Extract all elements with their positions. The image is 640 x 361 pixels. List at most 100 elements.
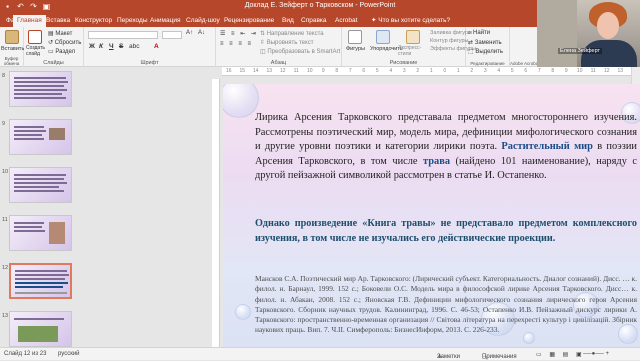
group-label-adobe: Adobe Acrobat bbox=[510, 61, 540, 66]
tab-home[interactable]: Главная bbox=[13, 15, 46, 27]
ruler-tick: 0 bbox=[443, 68, 447, 74]
ruler-tick: 11 bbox=[293, 68, 299, 74]
group-label-drawing: Рисование bbox=[389, 60, 418, 66]
group-adobe: Adobe Acrobat bbox=[510, 27, 540, 67]
list-buttons[interactable]: ☰ ≡ ⇤ ⇥ bbox=[220, 30, 258, 37]
ruler-tick: 10 bbox=[306, 68, 313, 74]
slide-number: 13 bbox=[2, 313, 9, 319]
thumbnail-row[interactable]: 10 bbox=[0, 167, 80, 207]
select-button[interactable]: ⬚ Выделить bbox=[468, 48, 503, 55]
ruler-tick: 1 bbox=[456, 68, 460, 74]
group-drawing: Фигуры Упорядочить Экспресс-стили Заливк… bbox=[342, 27, 476, 67]
bubble-decoration bbox=[223, 84, 259, 118]
thumbnail-row[interactable]: 8 bbox=[0, 71, 80, 111]
new-slide-icon[interactable] bbox=[28, 30, 42, 44]
horizontal-ruler: 16 15 14 13 12 11 10 9 8 7 6 5 4 3 2 1 0 1 2 3 4 5 6 7 8 9 10 11 12 1… bbox=[222, 67, 640, 76]
layout-button[interactable]: ▤ Макет bbox=[48, 30, 72, 37]
language-indicator[interactable]: русский bbox=[58, 351, 80, 357]
ruler-tick: 3 bbox=[483, 68, 487, 74]
slide-number: 9 bbox=[2, 121, 6, 127]
zoom-slider[interactable]: − ──●── + bbox=[578, 351, 609, 357]
quick-styles-icon[interactable] bbox=[406, 30, 420, 44]
thumbnail-row[interactable]: 12 bbox=[0, 263, 80, 303]
strikethrough-button[interactable]: S bbox=[119, 43, 123, 50]
slide-thumbnail[interactable] bbox=[9, 119, 72, 155]
tab-animations[interactable]: Анимация bbox=[146, 15, 185, 27]
slide-thumbnail[interactable] bbox=[9, 167, 72, 203]
ruler-tick: 5 bbox=[510, 68, 514, 74]
quick-styles-button[interactable]: Экспресс-стили bbox=[398, 45, 426, 57]
ruler-tick: 3 bbox=[402, 68, 406, 74]
smartart-button[interactable]: ◫ Преобразовать в SmartArt bbox=[260, 48, 340, 55]
font-name-combo[interactable] bbox=[88, 31, 158, 39]
bold-button[interactable]: Ж bbox=[89, 43, 95, 50]
webcam-face bbox=[597, 12, 619, 39]
align-text-button[interactable]: ⇳ Выровнять текст bbox=[260, 39, 313, 46]
slide-references[interactable]: Мансков С.А. Поэтический мир Ар. Тарковс… bbox=[255, 274, 637, 336]
group-label-font: Шрифт bbox=[140, 60, 159, 66]
align-buttons[interactable]: ≡ ≡ ≡ ≡ bbox=[220, 41, 253, 47]
ruler-tick: 6 bbox=[524, 68, 528, 74]
reset-button[interactable]: ↺ Сбросить bbox=[48, 39, 81, 46]
paste-icon[interactable] bbox=[5, 30, 19, 44]
find-button[interactable]: ⌕ Найти bbox=[468, 30, 490, 37]
shapes-icon[interactable] bbox=[348, 30, 362, 44]
tab-review[interactable]: Рецензирование bbox=[220, 15, 278, 27]
section-button[interactable]: ▭ Раздел bbox=[48, 48, 75, 55]
ruler-tick: 12 bbox=[279, 68, 286, 74]
slide-thumbnail[interactable] bbox=[9, 215, 72, 251]
webcam-background bbox=[537, 0, 577, 67]
outline-button[interactable]: Контур фигуры bbox=[430, 38, 468, 44]
group-label-slides: Слайды bbox=[43, 60, 64, 66]
ruler-tick: 2 bbox=[470, 68, 474, 74]
arrange-icon[interactable] bbox=[376, 30, 390, 44]
slide-thumbnail[interactable] bbox=[9, 71, 72, 107]
slide-number: 8 bbox=[2, 73, 6, 79]
underline-button[interactable]: Ч bbox=[109, 43, 114, 50]
thumbnail-row[interactable]: 11 bbox=[0, 215, 80, 255]
group-label-editing: Редактирование bbox=[470, 61, 505, 66]
slide-canvas[interactable]: Лирика Арсения Тарковского представала п… bbox=[223, 84, 640, 347]
group-font: A↑ A↓ Ж К Ч S abc A Шрифт bbox=[84, 27, 216, 67]
group-editing: ⌕ Найти ⇄ Заменить ⬚ Выделить Редактиров… bbox=[466, 27, 510, 67]
font-size-combo[interactable] bbox=[162, 31, 182, 39]
thumbnail-row[interactable]: 9 bbox=[0, 119, 80, 159]
tab-design[interactable]: Конструктор bbox=[71, 15, 116, 27]
tab-help[interactable]: Справка bbox=[297, 15, 331, 27]
ruler-tick: 13 bbox=[617, 68, 624, 74]
grow-font-icon[interactable]: A↑ bbox=[186, 30, 193, 36]
ruler-tick: 4 bbox=[389, 68, 393, 74]
ruler-tick: 14 bbox=[252, 68, 259, 74]
thumbnail-photo bbox=[49, 222, 65, 244]
ruler-tick: 1 bbox=[429, 68, 433, 74]
align-text-icon: ⇳ bbox=[260, 40, 267, 46]
tab-acrobat[interactable]: Acrobat bbox=[331, 15, 361, 27]
ruler-tick: 8 bbox=[551, 68, 555, 74]
ruler-tick: 7 bbox=[537, 68, 541, 74]
text-direction-button[interactable]: ⇅ Направление текста bbox=[260, 30, 324, 37]
tab-insert[interactable]: Вставка bbox=[42, 15, 74, 27]
italic-button[interactable]: К bbox=[99, 43, 103, 50]
slide-paragraph-emphasis[interactable]: Однако произведение «Книга травы» не пре… bbox=[255, 217, 637, 246]
thumbnail-row[interactable]: 13 bbox=[0, 311, 80, 347]
slide-thumbnail[interactable] bbox=[9, 311, 72, 347]
replace-button[interactable]: ⇄ Заменить bbox=[468, 39, 502, 46]
ruler-tick: 8 bbox=[335, 68, 339, 74]
shapes-button[interactable]: Фигуры bbox=[346, 46, 365, 52]
slide-thumbnail-selected[interactable] bbox=[9, 263, 72, 299]
shrink-font-icon[interactable]: A↓ bbox=[198, 30, 205, 36]
ruler-tick: 13 bbox=[266, 68, 273, 74]
shadow-button[interactable]: abc bbox=[129, 43, 139, 50]
paste-button[interactable]: Вставить bbox=[1, 46, 24, 52]
tell-me-search[interactable]: ✦ Что вы хотите сделать? bbox=[371, 15, 450, 27]
font-color-icon[interactable]: A bbox=[154, 43, 159, 50]
replace-icon: ⇄ bbox=[468, 40, 475, 46]
webcam-overlay: Елена Зейферт bbox=[537, 0, 640, 67]
ruler-tick: 12 bbox=[603, 68, 610, 74]
tab-slideshow[interactable]: Слайд-шоу bbox=[182, 15, 224, 27]
webcam-name: Елена Зейферт bbox=[558, 48, 603, 54]
tab-view[interactable]: Вид bbox=[278, 15, 298, 27]
slide-paragraph-main[interactable]: Лирика Арсения Тарковского представала п… bbox=[255, 111, 637, 184]
new-slide-button[interactable]: Создать слайд bbox=[26, 45, 48, 57]
ruler-tick: 15 bbox=[239, 68, 246, 74]
